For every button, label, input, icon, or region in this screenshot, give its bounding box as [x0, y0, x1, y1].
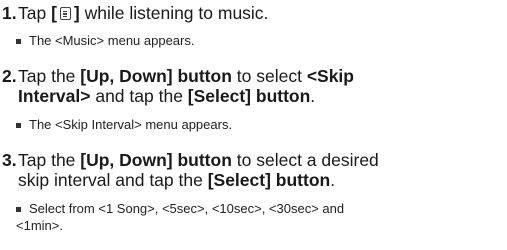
step-2-line-1: Tap the [Up, Down] button to select <Ski… — [18, 66, 354, 86]
step-1-text: Tap [] while listening to music. — [18, 3, 269, 23]
instruction-document: 1. Tap [] while listening to music. The … — [0, 0, 507, 250]
step-1: 1. Tap [] while listening to music. — [2, 3, 502, 25]
bullet-icon — [16, 207, 21, 212]
menu-icon — [59, 7, 71, 20]
step-3-line-2: skip interval and tap the [Select] butto… — [18, 170, 336, 190]
step-2-line-2: Interval> and tap the [Select] button. — [18, 86, 316, 106]
step-1-number: 1. — [2, 3, 17, 23]
step-2-number: 2. — [2, 66, 17, 86]
step-3-line-1: Tap the [Up, Down] button to select a de… — [18, 150, 379, 170]
bullet-icon — [16, 39, 21, 44]
bullet-icon — [16, 123, 21, 128]
step-3-number: 3. — [2, 150, 17, 170]
step-2: 2. Tap the [Up, Down] button to select <… — [2, 66, 502, 110]
step-3: 3. Tap the [Up, Down] button to select a… — [2, 150, 502, 194]
